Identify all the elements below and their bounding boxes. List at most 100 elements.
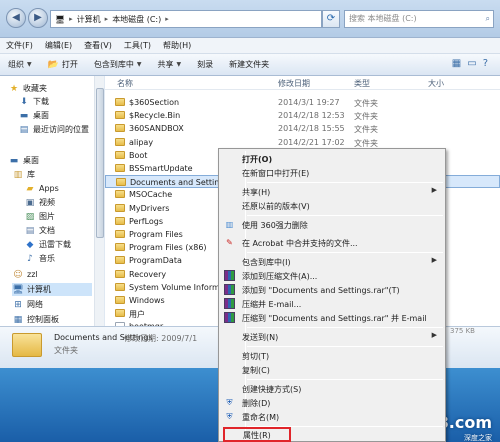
nav-scrollbar-thumb[interactable] [96, 88, 104, 238]
menu-edit[interactable]: 编辑(E) [45, 40, 72, 51]
menu-tools[interactable]: 工具(T) [124, 40, 151, 51]
nav-label: 控制面板 [27, 315, 59, 324]
address-bar[interactable]: 🖥 ▸ 计算机 ▸ 本地磁盘 (C:) ▸ [50, 10, 322, 28]
menu-add-archive[interactable]: 添加到压缩文件(A)... [221, 269, 445, 283]
menu-add-to-rar[interactable]: 添加到 "Documents and Settings.rar"(T) [221, 283, 445, 297]
menu-file[interactable]: 文件(F) [6, 40, 33, 51]
menu-separator [247, 252, 443, 253]
nav-desktop[interactable]: ▬ 桌面 [18, 109, 49, 122]
column-name[interactable]: 名称 [117, 78, 133, 89]
folder-icon [115, 137, 125, 146]
nav-favorites[interactable]: ★ 收藏夹 [8, 82, 47, 95]
new-folder-label: 新建文件夹 [229, 60, 270, 69]
nav-pictures[interactable]: ▨ 图片 [24, 210, 55, 223]
help-icon[interactable]: ? [483, 58, 494, 69]
file-name: 用户 [129, 310, 145, 320]
chevron-right-icon[interactable]: ▸ [165, 15, 169, 23]
nav-apps[interactable]: ▰ Apps [24, 182, 59, 195]
preview-pane-icon[interactable]: ▭ [467, 58, 482, 69]
new-folder-button[interactable]: 新建文件夹 [229, 59, 269, 70]
nav-thunder[interactable]: ◆ 迅雷下载 [24, 238, 71, 251]
file-row[interactable]: 360SANDBOX 2014/2/18 15:55 文件夹 [105, 122, 500, 135]
nav-music[interactable]: ♪ 音乐 [24, 252, 55, 265]
menu-separator [247, 182, 443, 183]
menu-restore-versions[interactable]: 还原以前的版本(V) [221, 199, 445, 213]
nav-label: 迅雷下载 [39, 240, 71, 249]
file-row[interactable]: $360Section 2014/3/1 19:27 文件夹 [105, 96, 500, 109]
computer-small-icon: 🖥 [55, 14, 66, 24]
thunder-download-icon: ◆ [26, 239, 34, 250]
folder-icon [115, 230, 125, 238]
menu-cut[interactable]: 剪切(T) [221, 349, 445, 363]
menu-compress-email[interactable]: 压缩并 E-mail... [221, 297, 445, 311]
user-folder-icon: ☺ [13, 269, 23, 280]
folder-icon [115, 150, 125, 159]
nav-videos[interactable]: ▣ 视频 [24, 196, 55, 209]
control-panel-icon: ▦ [13, 314, 23, 325]
breadcrumb-local-disk[interactable]: 本地磁盘 (C:) [112, 14, 161, 25]
column-size[interactable]: 大小 [428, 78, 444, 89]
menu-open-new-window[interactable]: 在新窗口中打开(E) [221, 166, 445, 180]
menu-separator [247, 327, 443, 328]
refresh-button[interactable]: ⟳ [322, 10, 340, 28]
file-name: Windows [129, 296, 165, 305]
file-row[interactable]: alipay 2014/2/21 17:02 文件夹 [105, 136, 500, 149]
folder-icon [116, 178, 126, 187]
menu-view[interactable]: 查看(V) [84, 40, 112, 51]
menu-send-to[interactable]: 发送到(N) ▶ [221, 330, 445, 344]
dropdown-arrow-icon: ▼ [136, 61, 142, 68]
picture-icon: ▨ [25, 211, 35, 222]
column-date[interactable]: 修改日期 [278, 78, 310, 89]
share-button[interactable]: 共享 ▼ [157, 59, 181, 70]
nav-scrollbar[interactable] [94, 76, 104, 326]
back-button[interactable]: ◀ [6, 8, 26, 28]
chevron-right-icon[interactable]: ▸ [105, 15, 109, 23]
file-name: Program Files [129, 230, 183, 239]
nav-libraries[interactable]: ▥ 库 [12, 168, 35, 181]
folder-icon [115, 216, 125, 225]
view-icon[interactable]: ▦ [452, 58, 467, 69]
nav-control-panel[interactable]: ▦ 控制面板 [12, 313, 59, 326]
burn-button[interactable]: 刻录 [197, 59, 213, 70]
menu-create-shortcut[interactable]: 创建快捷方式(S) [221, 382, 445, 396]
menu-help[interactable]: 帮助(H) [163, 40, 191, 51]
nav-desktop-root[interactable]: ▬ 桌面 [8, 154, 39, 167]
nav-network[interactable]: ⊞ 网络 [12, 298, 43, 311]
search-input[interactable]: 搜索 本地磁盘 (C:) ⌕ [344, 10, 494, 28]
menu-rename[interactable]: ⛨ 重命名(M) [221, 410, 445, 424]
file-date: 2014/2/18 15:55 [278, 124, 345, 134]
chevron-right-icon[interactable]: ▸ [69, 15, 73, 23]
menu-compress-rar-email[interactable]: 压缩到 "Documents and Settings.rar" 并 E-mai… [221, 311, 445, 325]
menu-label: 创建快捷方式(S) [242, 385, 302, 394]
menu-delete[interactable]: ⛨ 删除(D) [221, 396, 445, 410]
breadcrumb-computer[interactable]: 计算机 [77, 14, 101, 25]
nav-downloads[interactable]: ⬇ 下载 [18, 95, 49, 108]
menu-acrobat-merge[interactable]: ✎ 在 Acrobat 中合并支持的文件... [221, 236, 445, 250]
nav-label: 文档 [39, 226, 55, 235]
navigation-pane: ★ 收藏夹 ⬇ 下载 ▬ 桌面 ▤ 最近访问的位置 ▬ 桌面 ▥ 库 ▰ Apps ▣ 视频 ▨… [0, 76, 104, 326]
nav-documents[interactable]: ▤ 文档 [24, 224, 55, 237]
submenu-arrow-icon: ▶ [431, 256, 437, 264]
nav-user[interactable]: ☺ zzl [12, 268, 37, 281]
menu-label: 添加到压缩文件(A)... [242, 272, 318, 281]
column-type[interactable]: 类型 [354, 78, 370, 89]
file-date: 2014/2/18 12:53 [278, 111, 345, 121]
nav-label: 桌面 [23, 156, 39, 165]
nav-computer[interactable]: 🖥 计算机 [12, 283, 92, 296]
file-row[interactable]: $Recycle.Bin 2014/2/18 12:53 文件夹 [105, 109, 500, 122]
menu-include-library[interactable]: 包含到库中(I) ▶ [221, 255, 445, 269]
view-options[interactable]: ▦▭? [452, 58, 494, 69]
include-library-button[interactable]: 包含到库中 ▼ [94, 59, 142, 70]
forward-button[interactable]: ▶ [28, 8, 48, 28]
nav-recent[interactable]: ▤ 最近访问的位置 [18, 123, 89, 136]
menu-open[interactable]: 打开(O) [221, 152, 445, 166]
menu-force-delete-360[interactable]: ▥ 使用 360强力删除 [221, 218, 445, 232]
organize-button[interactable]: 组织 ▼ [8, 59, 32, 70]
file-type: 文件夹 [354, 112, 378, 122]
menu-properties[interactable]: 属性(R) [223, 427, 291, 442]
menu-copy[interactable]: 复制(C) [221, 363, 445, 377]
details-size: 375 KB [450, 327, 475, 335]
menu-share[interactable]: 共享(H) ▶ [221, 185, 445, 199]
nav-label: 图片 [39, 212, 55, 221]
open-button[interactable]: 📂 打开 [48, 59, 78, 70]
